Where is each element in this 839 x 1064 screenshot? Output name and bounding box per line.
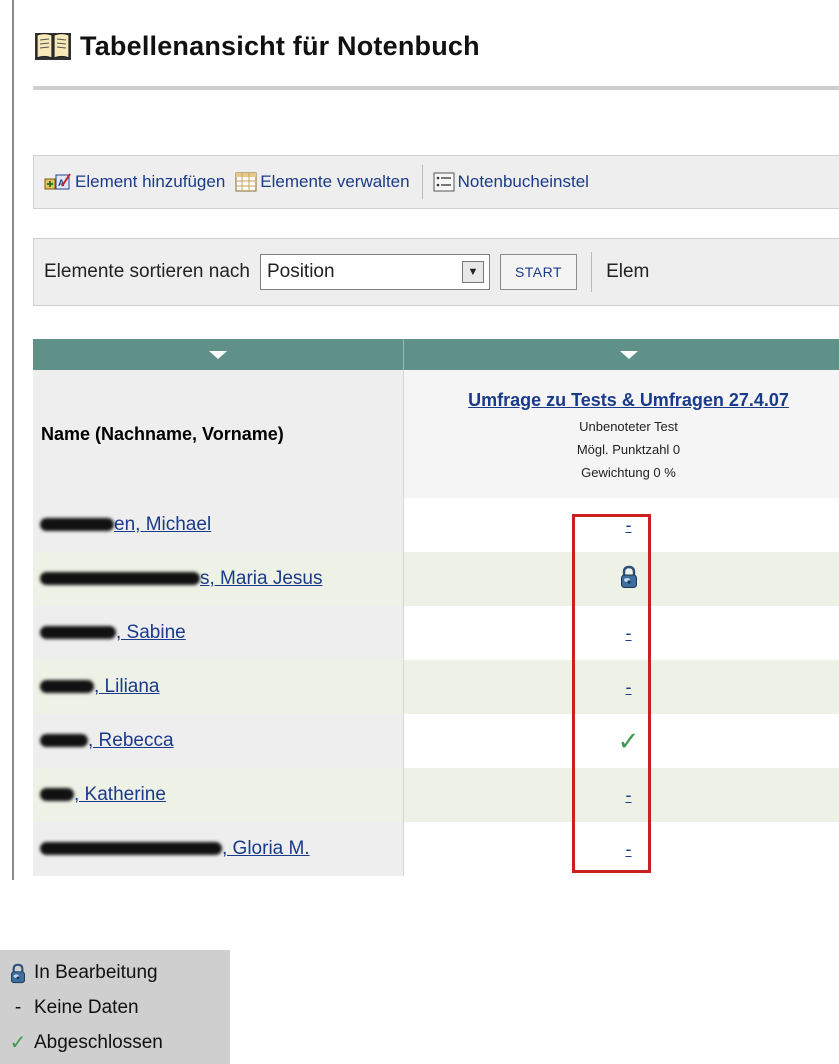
add-item-button[interactable]: A Element hinzufügen <box>34 172 225 192</box>
student-name-link[interactable]: , Rebecca <box>40 730 174 751</box>
student-name-cell: , Liliana <box>33 660 404 714</box>
grade-cell <box>403 552 839 606</box>
redacted-name <box>40 626 116 640</box>
triangle-down-icon[interactable] <box>619 351 638 359</box>
table-row: , Rebecca ✓ <box>33 714 839 768</box>
no-data-link[interactable]: - <box>624 516 634 534</box>
student-name-link[interactable]: , Sabine <box>40 622 186 643</box>
student-name-link[interactable]: en, Michael <box>40 514 211 535</box>
legend-completed: ✓ Abgeschlossen <box>8 1030 163 1055</box>
chevron-down-icon[interactable]: ▼ <box>461 261 484 283</box>
grade-cell: - <box>403 606 839 660</box>
table-row: en, Michael - <box>33 498 839 552</box>
item-type: Unbenoteter Test <box>579 419 678 434</box>
page-title: Tabellenansicht für Notenbuch <box>80 30 480 61</box>
checkmark-icon: ✓ <box>9 1032 27 1054</box>
page-header: Tabellenansicht für Notenbuch <box>34 24 480 68</box>
legend-in-progress: In Bearbeitung <box>8 962 158 984</box>
toolbar: A Element hinzufügen Elemente verwalten … <box>33 155 839 209</box>
no-data-link[interactable]: - <box>624 624 634 642</box>
student-name-cell: , Sabine <box>33 606 404 660</box>
student-name-visible: , Sabine <box>116 622 186 643</box>
student-name-cell: , Gloria M. <box>33 822 404 876</box>
legend-completed-label: Abgeschlossen <box>34 1031 163 1053</box>
no-data-link[interactable]: - <box>624 786 634 804</box>
status-legend: In Bearbeitung - Keine Daten ✓ Abgeschlo… <box>0 950 230 1064</box>
sort-extra-label: Elem <box>606 261 650 282</box>
left-border-line <box>12 0 14 880</box>
redacted-name <box>40 788 74 802</box>
triangle-down-icon[interactable] <box>209 351 227 359</box>
start-button[interactable]: START <box>499 254 578 290</box>
student-name-link[interactable]: , Katherine <box>40 784 166 805</box>
table-row: , Sabine - <box>33 606 839 660</box>
checkmark-icon[interactable]: ✓ <box>618 726 640 756</box>
gradebook-table: Name (Nachname, Vorname) Umfrage zu Test… <box>33 339 839 876</box>
legend-in-progress-label: In Bearbeitung <box>34 962 158 983</box>
redacted-name <box>40 842 222 856</box>
lock-icon[interactable] <box>620 565 638 589</box>
item-column-menu[interactable] <box>403 339 839 370</box>
header-row: Name (Nachname, Vorname) Umfrage zu Test… <box>33 370 839 498</box>
student-name-visible: , Rebecca <box>88 730 174 751</box>
no-data-link[interactable]: - <box>624 678 634 696</box>
item-points: Mögl. Punktzahl 0 <box>576 442 681 457</box>
manage-items-label: Elemente verwalten <box>260 172 410 191</box>
student-name-cell: s, Maria Jesus <box>33 552 404 606</box>
legend-no-data: - Keine Daten <box>8 997 139 1019</box>
settings-list-icon <box>433 172 455 192</box>
redacted-name <box>40 518 114 532</box>
sort-select[interactable]: Position ▼ <box>259 254 490 290</box>
student-name-cell: en, Michael <box>33 498 404 552</box>
add-item-label: Element hinzufügen <box>75 172 226 191</box>
table-row: s, Maria Jesus <box>33 552 839 606</box>
column-menu-row <box>33 339 839 370</box>
student-name-visible: , Gloria M. <box>222 838 310 859</box>
legend-no-data-label: Keine Daten <box>34 997 139 1018</box>
table-row: , Gloria M. - <box>33 822 839 876</box>
student-name-visible: , Liliana <box>94 676 160 697</box>
name-column-header[interactable]: Name (Nachname, Vorname) <box>33 370 404 498</box>
redacted-name <box>40 680 94 694</box>
grid-icon <box>235 172 257 192</box>
grade-cell: - <box>403 822 839 876</box>
grade-cell: - <box>403 498 839 552</box>
book-icon <box>35 32 71 60</box>
sort-bar: Elemente sortieren nach Position ▼ START… <box>33 238 839 306</box>
title-divider <box>33 86 839 90</box>
gradebook-settings-label: Notenbucheinstel <box>457 172 589 191</box>
student-name-visible: , Katherine <box>74 784 166 805</box>
gradebook-settings-button[interactable]: Notenbucheinstel <box>423 172 589 192</box>
grade-cell: ✓ <box>403 714 839 768</box>
grade-cell: - <box>403 660 839 714</box>
student-name-link[interactable]: , Liliana <box>40 676 160 697</box>
item-column-title-link[interactable]: Umfrage zu Tests & Umfragen 27.4.07 <box>404 390 839 411</box>
redacted-name <box>40 734 88 748</box>
item-weight: Gewichtung 0 % <box>581 465 676 480</box>
student-name-link[interactable]: , Gloria M. <box>40 838 310 859</box>
add-item-icon: A <box>44 173 71 190</box>
no-data-link[interactable]: - <box>624 840 634 858</box>
student-name-visible: en, Michael <box>114 514 212 535</box>
name-column-menu[interactable] <box>33 339 404 370</box>
student-name-cell: , Rebecca <box>33 714 404 768</box>
item-column-header: Umfrage zu Tests & Umfragen 27.4.07 Unbe… <box>403 370 839 498</box>
student-name-cell: , Katherine <box>33 768 404 822</box>
table-row: , Katherine - <box>33 768 839 822</box>
student-name-link[interactable]: s, Maria Jesus <box>40 568 322 589</box>
table-row: , Liliana - <box>33 660 839 714</box>
redacted-name <box>40 572 200 586</box>
grade-cell: - <box>403 768 839 822</box>
lock-icon <box>11 963 25 983</box>
sort-select-value: Position <box>266 261 335 282</box>
manage-items-button[interactable]: Elemente verwalten <box>225 172 410 192</box>
dash-icon: - <box>14 997 22 1018</box>
student-name-visible: s, Maria Jesus <box>200 568 323 589</box>
sort-label: Elemente sortieren nach <box>44 261 250 282</box>
